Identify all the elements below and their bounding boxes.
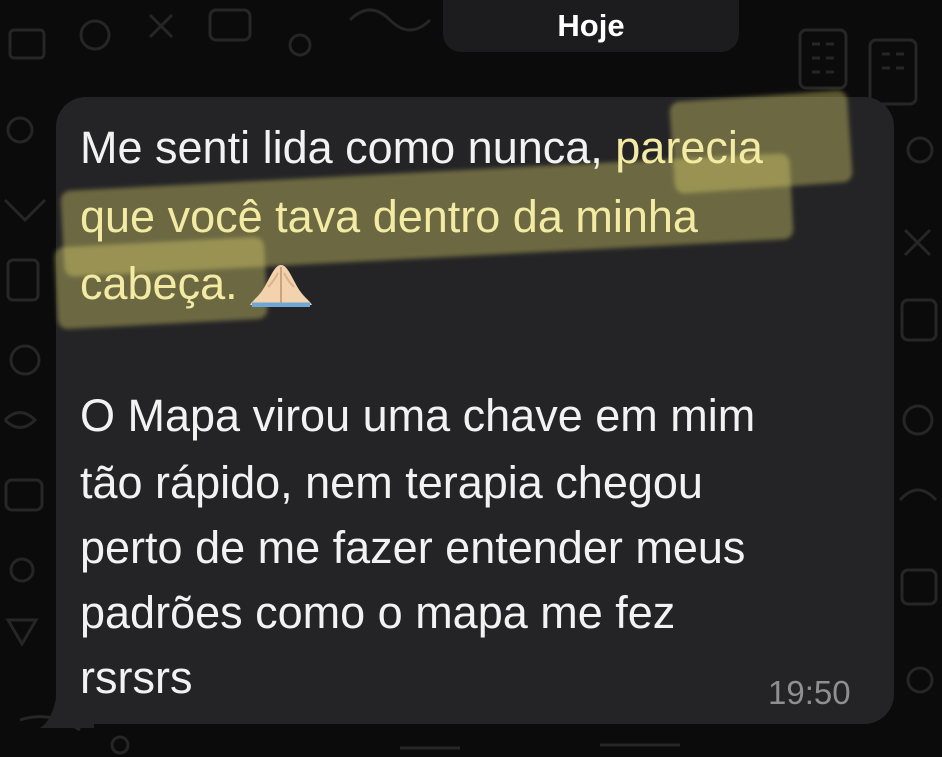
message-line: rsrsrs: [80, 652, 193, 703]
highlighted-text: parecia: [602, 122, 763, 173]
highlighted-text: cabeça.: [80, 258, 238, 309]
message-line: tão rápido, nem terapia chegou: [80, 457, 703, 508]
date-separator: Hoje: [443, 0, 739, 52]
message-line: Me senti lida como nunca, parecia: [80, 125, 763, 170]
message-line: O Mapa virou uma chave em mim: [80, 390, 756, 441]
message-line: cabeça.: [80, 261, 314, 307]
message-timestamp: 19:50: [768, 674, 851, 711]
message-line: perto de me fazer entender meus: [80, 522, 746, 573]
message-line: padrões como o mapa me fez: [80, 587, 676, 638]
folded-hands-emoji: [249, 265, 312, 307]
message-line: que você tava dentro da minha: [80, 191, 698, 242]
message-text: Me senti lida como nunca,: [80, 122, 603, 173]
